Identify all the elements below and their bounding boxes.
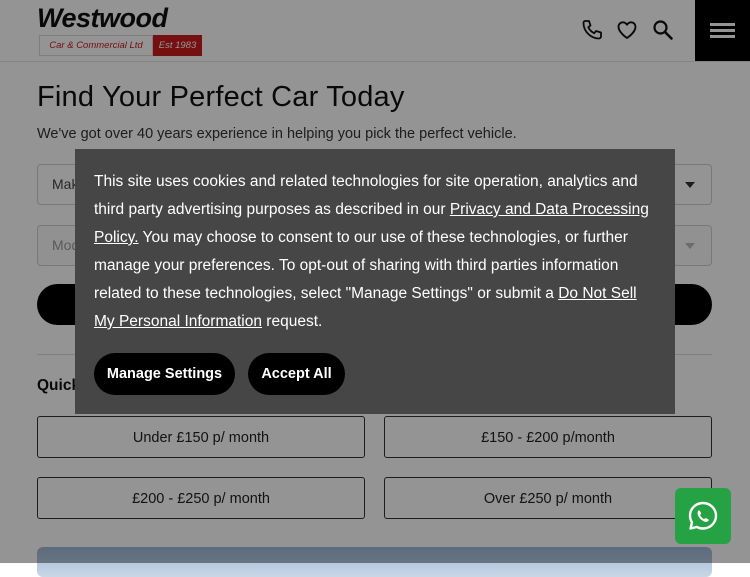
whatsapp-icon — [688, 501, 718, 530]
whatsapp-button[interactable] — [675, 488, 731, 544]
cookie-consent-text: This site uses cookies and related techn… — [94, 168, 659, 336]
accept-all-button[interactable]: Accept All — [248, 353, 345, 395]
cookie-text-part-3: request. — [262, 313, 323, 330]
manage-settings-button[interactable]: Manage Settings — [94, 353, 235, 395]
cookie-text-part-2: You may choose to consent to our use of … — [94, 229, 628, 302]
cookie-consent-dialog: This site uses cookies and related techn… — [75, 149, 675, 414]
